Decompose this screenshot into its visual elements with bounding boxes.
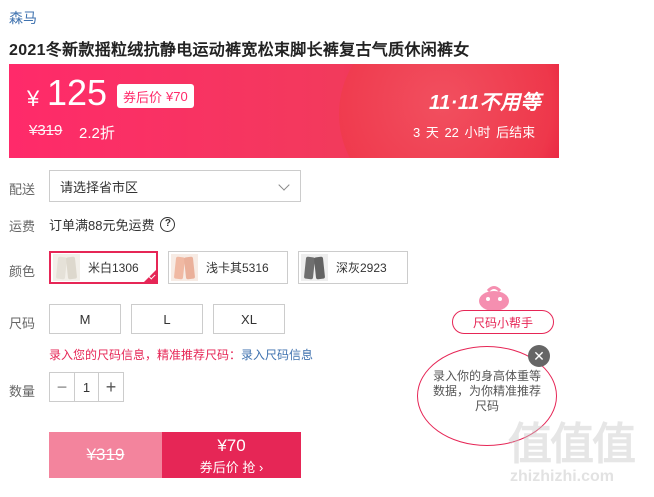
increment-button[interactable]: + <box>99 373 123 401</box>
size-option-m[interactable]: M <box>49 304 121 334</box>
watermark: 值值值 zhizhizhi.com <box>508 408 648 497</box>
color-thumbnail <box>53 254 80 281</box>
product-title: 2021冬新款摇粒绒抗静电运动裤宽松束脚长裤复古气质休闲裤女 <box>9 42 470 59</box>
shipping-info: 订单满88元免运费 ? <box>49 215 176 234</box>
watermark-logo: 值值值 <box>508 420 636 469</box>
event-countdown: 3 天 22 小时 后结束 <box>413 125 536 140</box>
currency-symbol: ¥ <box>27 86 40 111</box>
size-helper-button[interactable]: 尺码小帮手 <box>452 310 554 334</box>
brand-link[interactable]: 森马 <box>9 8 37 28</box>
coupon-price-tag: 券后价 ¥70 <box>117 84 194 108</box>
delivery-region-select[interactable]: 请选择省市区 <box>49 170 301 202</box>
color-option-mibai[interactable]: 米白1306 <box>49 251 158 284</box>
color-label: 颜色 <box>9 264 36 279</box>
coupon-label: 券后价 <box>123 89 163 105</box>
help-icon[interactable]: ? <box>160 217 176 232</box>
color-option-label: 浅卡其5316 <box>206 261 269 275</box>
close-icon[interactable]: ✕ <box>528 345 550 367</box>
discount-rate: 2.2折 <box>79 125 115 142</box>
coupon-price: ¥70 <box>166 88 188 104</box>
quantity-input[interactable]: 1 <box>74 373 99 401</box>
shipping-text: 订单满88元免运费 <box>49 218 155 233</box>
color-option-label: 米白1306 <box>88 261 139 275</box>
original-price: ¥319 <box>29 122 63 139</box>
quantity-stepper: − 1 + <box>49 372 124 402</box>
color-option-qianka[interactable]: 浅卡其5316 <box>168 251 288 284</box>
quantity-label: 数量 <box>9 384 36 399</box>
selected-check-icon <box>143 269 157 283</box>
color-option-label: 深灰2923 <box>336 261 387 275</box>
shipping-label: 运费 <box>9 219 36 234</box>
size-label: 尺码 <box>9 316 36 331</box>
event-title: 11·11不用等 <box>429 92 542 114</box>
size-option-xl[interactable]: XL <box>213 304 285 334</box>
current-price: 125 <box>47 72 108 113</box>
color-thumbnail <box>171 254 198 281</box>
watermark-text: zhizhizhi.com <box>510 468 614 485</box>
buy-coupon-action: 券后价 抢 › <box>199 460 264 475</box>
buy-coupon-price: ¥70 <box>217 436 246 455</box>
size-option-l[interactable]: L <box>131 304 203 334</box>
decrement-button[interactable]: − <box>50 373 74 401</box>
color-thumbnail <box>301 254 328 281</box>
color-option-shenhui[interactable]: 深灰2923 <box>298 251 408 284</box>
delivery-label: 配送 <box>9 182 36 197</box>
size-tip: 录入您的尺码信息，精准推荐尺码：录入尺码信息 <box>49 346 313 363</box>
original-price-button[interactable]: ¥319 <box>49 432 162 478</box>
enter-size-link[interactable]: 录入尺码信息 <box>241 348 313 362</box>
chevron-down-icon <box>278 179 290 191</box>
price-banner: ¥ 125 券后价 ¥70 ¥319 2.2折 11·11不用等 3 天 22 … <box>9 64 559 158</box>
size-helper-mascot-icon <box>479 286 509 311</box>
delivery-placeholder: 请选择省市区 <box>60 179 139 195</box>
coupon-buy-button[interactable]: ¥70 券后价 抢 › <box>162 432 301 478</box>
size-tip-text: 录入您的尺码信息，精准推荐尺码： <box>49 348 242 362</box>
